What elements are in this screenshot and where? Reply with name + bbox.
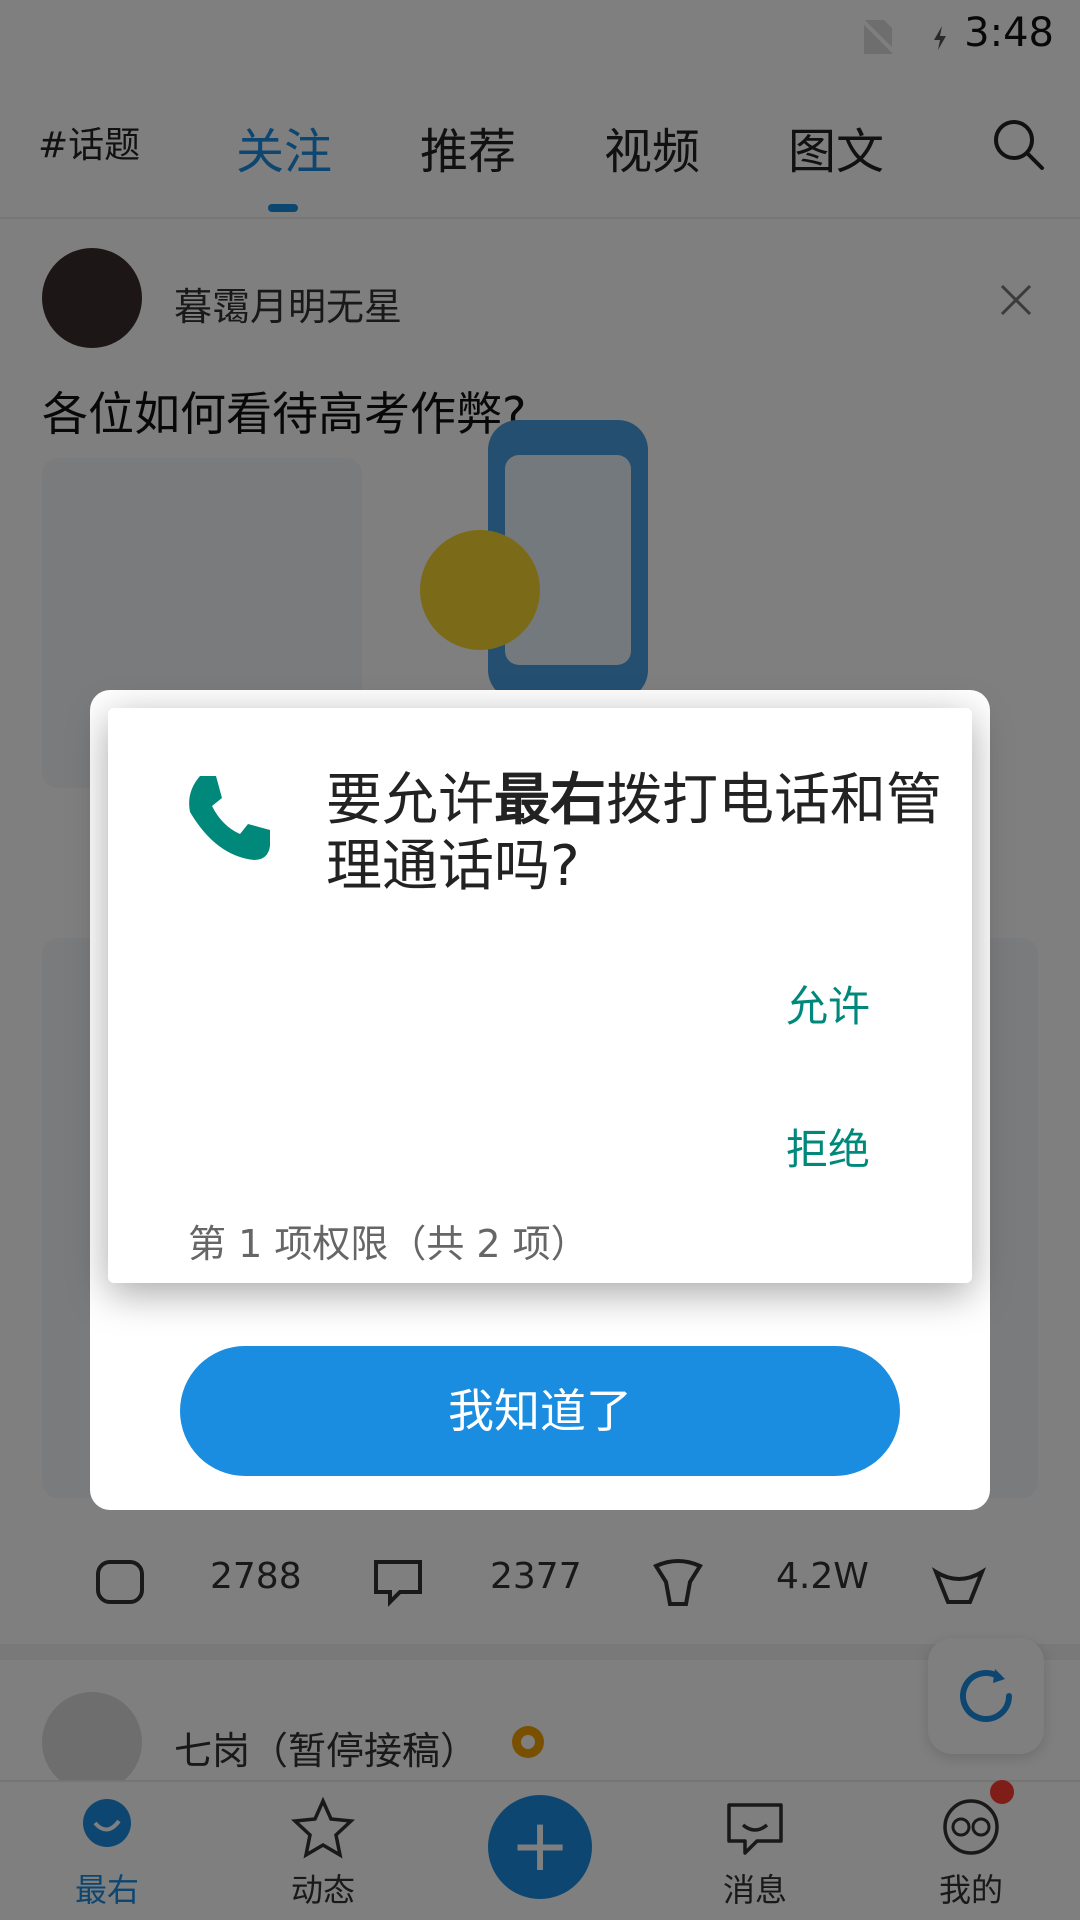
phone-icon	[189, 776, 270, 860]
permission-counter: 第 1 项权限（共 2 项）	[188, 1222, 589, 1266]
deny-button[interactable]: 拒绝	[786, 1116, 870, 1177]
dialog-app-name: 最右	[494, 768, 606, 833]
got-it-button[interactable]: 我知道了	[180, 1346, 900, 1476]
dialog-title-prefix: 要允许	[326, 768, 494, 833]
dialog-title: 要允许最右拨打电话和管理通话吗?	[326, 768, 946, 900]
allow-button[interactable]: 允许	[786, 973, 870, 1034]
permission-dialog: 要允许最右拨打电话和管理通话吗? 允许 拒绝 第 1 项权限（共 2 项）	[108, 708, 972, 1283]
